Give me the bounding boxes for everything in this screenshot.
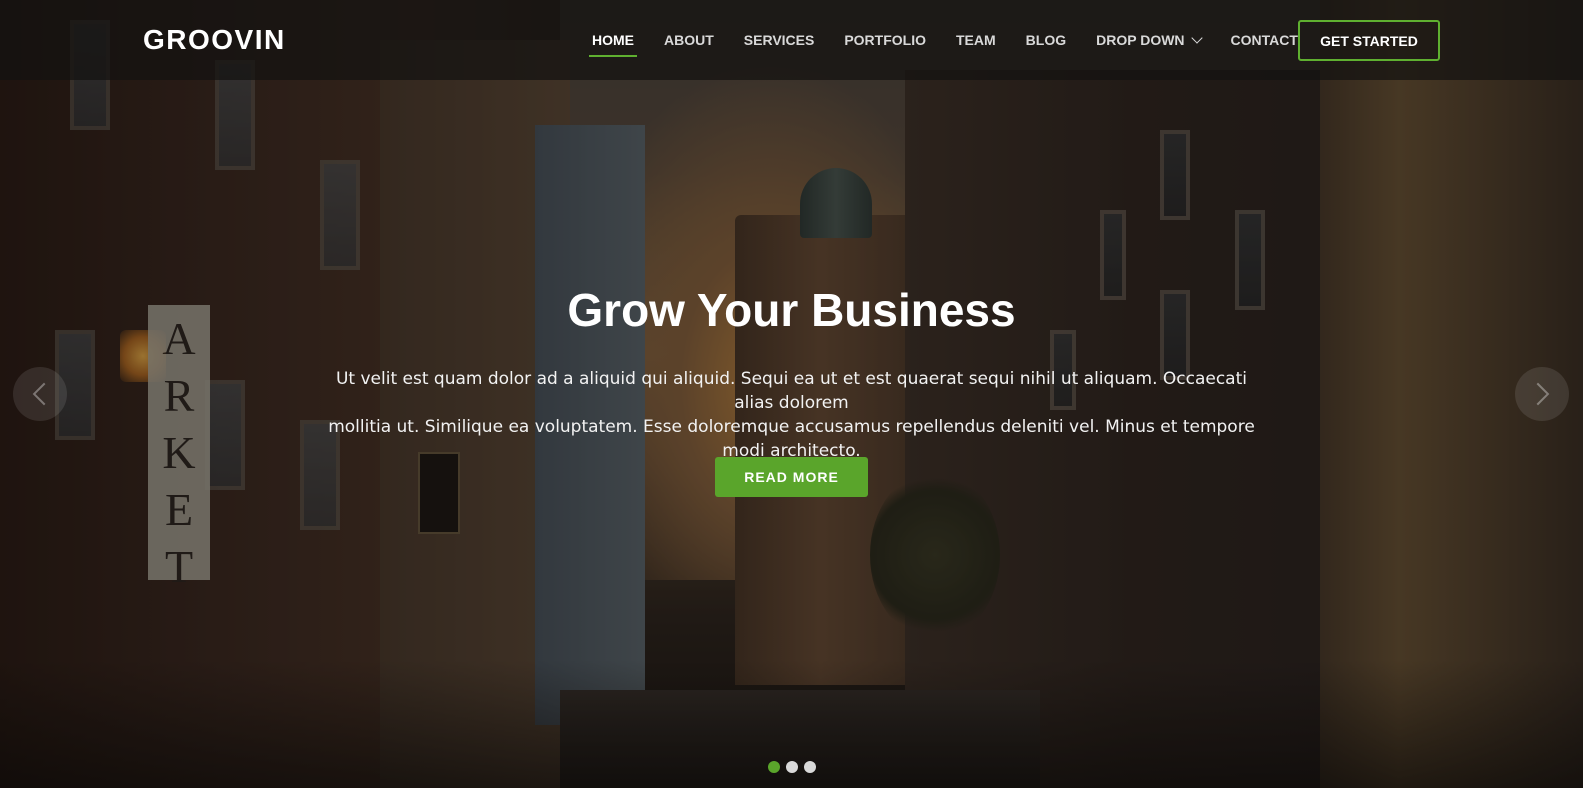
nav-item-blog[interactable]: BLOG xyxy=(1026,32,1066,48)
chevron-right-icon xyxy=(1526,382,1550,406)
carousel-next-button[interactable] xyxy=(1515,367,1569,421)
nav-item-home[interactable]: HOME xyxy=(589,32,637,57)
site-header: GROOVIN HOME ABOUT SERVICES PORTFOLIO TE… xyxy=(0,0,1583,80)
read-more-button[interactable]: READ MORE xyxy=(715,457,868,497)
hero-text-line-2: mollitia ut. Similique ea voluptatem. Es… xyxy=(328,417,1255,461)
carousel-dot-1[interactable] xyxy=(768,761,780,773)
carousel-dot-3[interactable] xyxy=(804,761,816,773)
carousel-prev-button[interactable] xyxy=(13,367,67,421)
nav-item-portfolio[interactable]: PORTFOLIO xyxy=(844,32,926,48)
main-nav: HOME ABOUT SERVICES PORTFOLIO TEAM BLOG … xyxy=(589,0,1328,80)
nav-item-services[interactable]: SERVICES xyxy=(744,32,815,48)
carousel-dot-2[interactable] xyxy=(786,761,798,773)
get-started-button[interactable]: GET STARTED xyxy=(1298,20,1440,61)
hero-text-line-1: Ut velit est quam dolor ad a aliquid qui… xyxy=(335,369,1247,413)
nav-item-contact[interactable]: CONTACT xyxy=(1231,32,1298,48)
hero-text: Ut velit est quam dolor ad a aliquid qui… xyxy=(318,367,1265,463)
carousel-indicators xyxy=(768,761,822,773)
nav-item-drop-down-label: DROP DOWN xyxy=(1096,32,1185,48)
nav-item-team[interactable]: TEAM xyxy=(956,32,996,48)
hero-title: Grow Your Business xyxy=(567,284,1016,336)
nav-item-drop-down[interactable]: DROP DOWN xyxy=(1096,31,1203,48)
site-logo[interactable]: GROOVIN xyxy=(143,24,286,56)
chevron-down-icon xyxy=(1190,31,1203,44)
nav-item-about[interactable]: ABOUT xyxy=(664,32,714,48)
chevron-left-icon xyxy=(32,382,56,406)
